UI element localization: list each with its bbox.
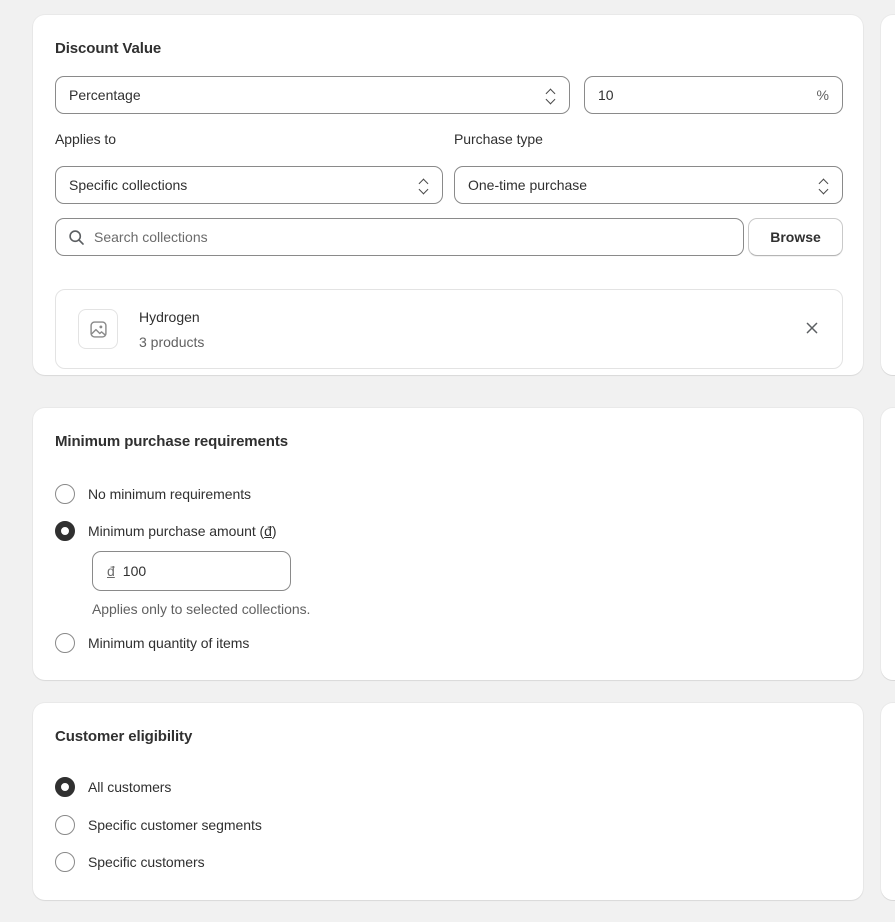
customer-eligibility-title: Customer eligibility bbox=[55, 728, 192, 745]
currency-symbol: đ bbox=[264, 523, 272, 539]
close-icon bbox=[805, 321, 819, 338]
radio-label: No minimum requirements bbox=[88, 486, 251, 502]
purchase-type-select[interactable]: One-time purchase bbox=[454, 166, 843, 204]
discount-amount-value: 10 bbox=[585, 87, 817, 103]
discount-value-title: Discount Value bbox=[55, 40, 161, 57]
adjacent-column-card-3 bbox=[881, 703, 895, 900]
purchase-type-label: Purchase type bbox=[454, 131, 543, 147]
radio-icon-selected bbox=[55, 521, 75, 541]
applies-to-select[interactable]: Specific collections bbox=[55, 166, 443, 204]
minimum-amount-help-text: Applies only to selected collections. bbox=[92, 601, 310, 617]
collection-product-count: 3 products bbox=[139, 332, 204, 352]
collection-name: Hydrogen bbox=[139, 307, 204, 327]
radio-minimum-quantity-of-items[interactable]: Minimum quantity of items bbox=[55, 633, 249, 653]
minimum-amount-value: 100 bbox=[115, 563, 146, 579]
discount-type-select[interactable]: Percentage bbox=[55, 76, 570, 114]
search-icon bbox=[68, 229, 85, 246]
percent-suffix: % bbox=[817, 87, 842, 103]
minimum-amount-field[interactable]: đ 100 bbox=[92, 551, 291, 591]
discount-value-card: Discount Value Percentage 10 % Applies t… bbox=[33, 15, 863, 375]
minimum-purchase-title: Minimum purchase requirements bbox=[55, 433, 288, 450]
radio-label: Minimum quantity of items bbox=[88, 635, 249, 651]
currency-prefix: đ bbox=[93, 563, 115, 579]
radio-icon bbox=[55, 633, 75, 653]
radio-specific-customer-segments[interactable]: Specific customer segments bbox=[55, 815, 262, 835]
discount-type-value: Percentage bbox=[56, 87, 537, 103]
chevron-up-down-icon bbox=[810, 166, 836, 204]
radio-label: All customers bbox=[88, 779, 171, 795]
table-row: Hydrogen 3 products bbox=[55, 289, 843, 369]
radio-icon-selected bbox=[55, 777, 75, 797]
radio-label: Specific customers bbox=[88, 854, 205, 870]
adjacent-column-card-1 bbox=[881, 15, 895, 375]
radio-icon bbox=[55, 815, 75, 835]
radio-icon bbox=[55, 852, 75, 872]
radio-label-text: Minimum purchase amount ( bbox=[88, 523, 264, 539]
chevron-up-down-icon bbox=[537, 76, 563, 114]
collection-search-box[interactable] bbox=[55, 218, 744, 256]
radio-all-customers[interactable]: All customers bbox=[55, 777, 171, 797]
radio-label-end: ) bbox=[272, 523, 277, 539]
adjacent-column-card-2 bbox=[881, 408, 895, 680]
radio-label: Specific customer segments bbox=[88, 817, 262, 833]
radio-specific-customers[interactable]: Specific customers bbox=[55, 852, 205, 872]
discount-form-page: Discount Value Percentage 10 % Applies t… bbox=[0, 0, 895, 922]
radio-label: Minimum purchase amount (đ) bbox=[88, 523, 277, 539]
applies-to-label: Applies to bbox=[55, 131, 116, 147]
chevron-up-down-icon bbox=[410, 166, 436, 204]
collection-info: Hydrogen 3 products bbox=[139, 307, 204, 352]
radio-icon bbox=[55, 484, 75, 504]
radio-minimum-purchase-amount[interactable]: Minimum purchase amount (đ) bbox=[55, 521, 277, 541]
applies-to-value: Specific collections bbox=[56, 177, 410, 193]
image-placeholder-icon bbox=[78, 309, 118, 349]
discount-amount-field[interactable]: 10 % bbox=[584, 76, 843, 114]
radio-no-minimum-requirements[interactable]: No minimum requirements bbox=[55, 484, 251, 504]
search-input[interactable] bbox=[85, 228, 743, 246]
browse-button[interactable]: Browse bbox=[748, 218, 843, 256]
remove-collection-button[interactable] bbox=[798, 315, 826, 343]
purchase-type-value: One-time purchase bbox=[455, 177, 810, 193]
